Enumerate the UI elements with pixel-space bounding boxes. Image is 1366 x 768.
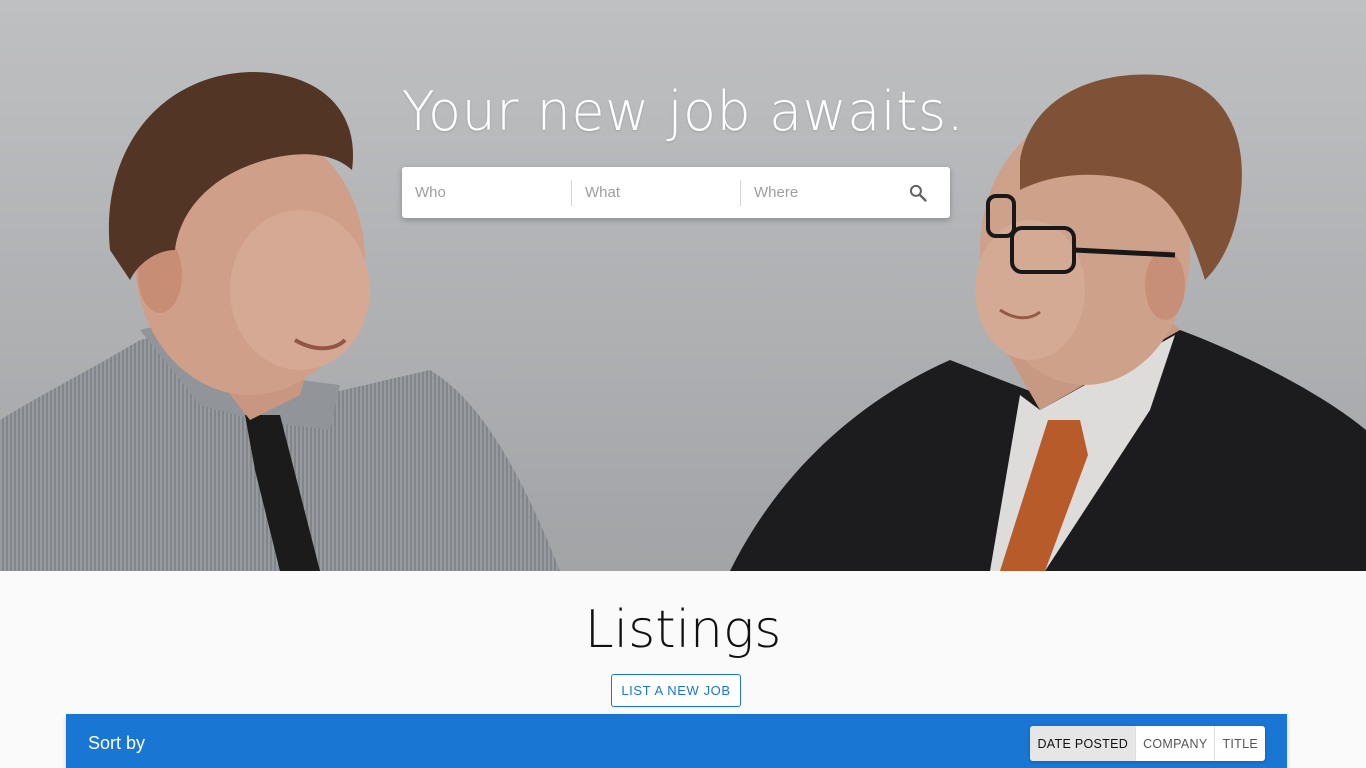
listings-title: Listings <box>584 600 782 660</box>
list-new-job-button[interactable]: LIST A NEW JOB <box>611 674 741 707</box>
search-button[interactable] <box>898 173 938 213</box>
who-input[interactable] <box>415 184 571 201</box>
job-search-bar <box>402 167 950 218</box>
sort-option-company[interactable]: COMPANY <box>1135 726 1214 761</box>
sort-option-date-posted[interactable]: DATE POSTED <box>1030 726 1136 761</box>
what-field[interactable] <box>572 167 740 218</box>
who-field[interactable] <box>402 167 571 218</box>
where-input[interactable] <box>754 184 896 201</box>
sort-option-title[interactable]: TITLE <box>1214 726 1265 761</box>
sort-options: DATE POSTED COMPANY TITLE <box>1030 726 1265 761</box>
where-field[interactable] <box>741 167 896 218</box>
sort-label: Sort by <box>88 733 146 753</box>
hero-title: Your new job awaits. <box>401 80 965 143</box>
what-input[interactable] <box>585 184 740 201</box>
sort-toolbar: Sort by DATE POSTED COMPANY TITLE <box>66 714 1287 768</box>
hero-section: Your new job awaits. <box>0 0 1366 571</box>
search-icon <box>909 184 927 202</box>
